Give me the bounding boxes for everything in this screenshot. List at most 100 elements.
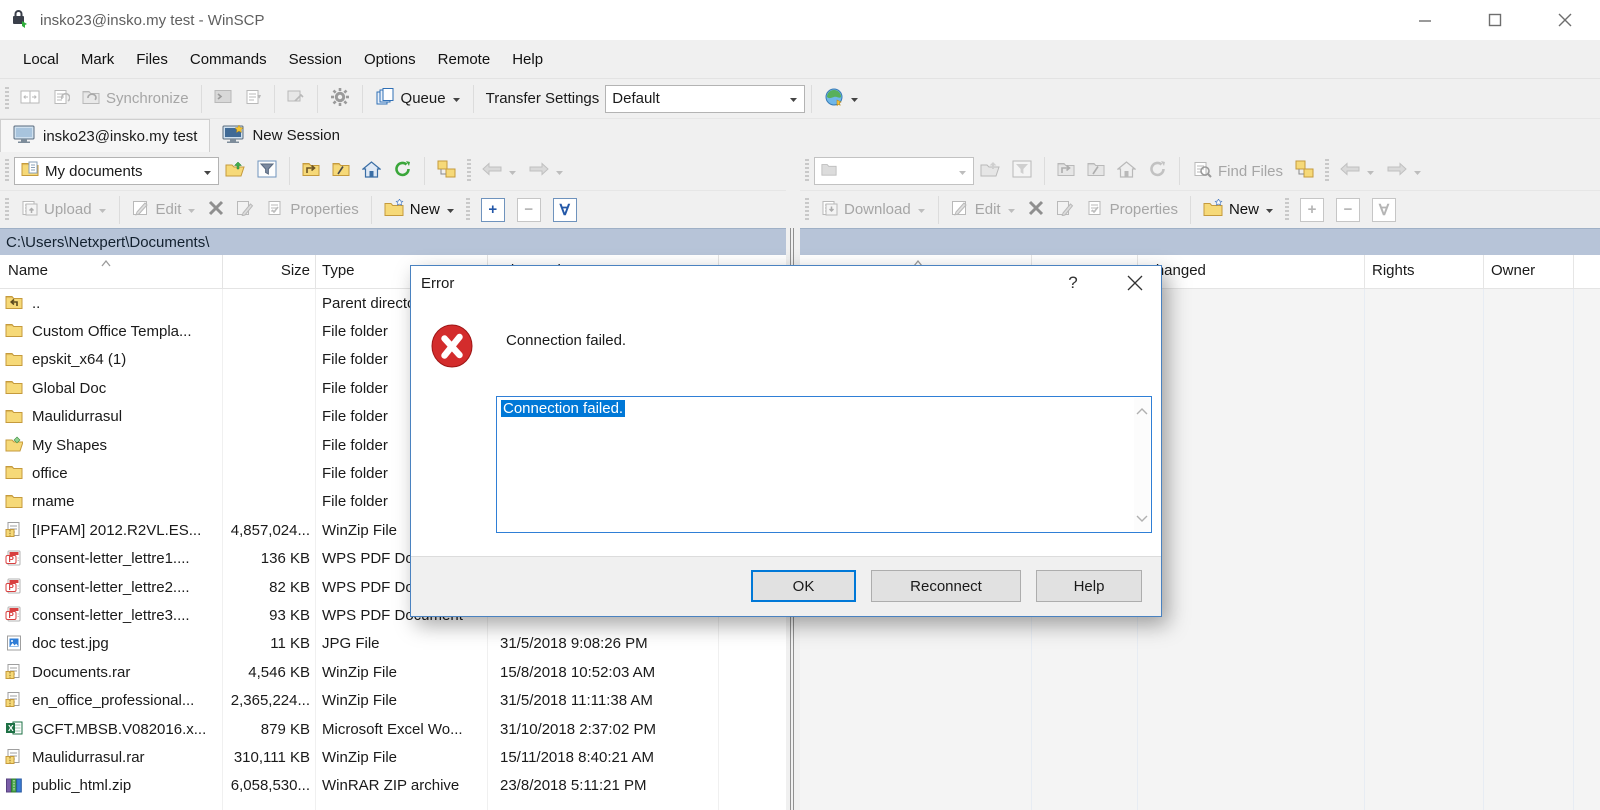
session-icon	[13, 125, 35, 147]
left-drive-combo[interactable]: My documents	[14, 157, 219, 185]
file-name: Custom Office Templa...	[32, 323, 222, 340]
select-add-button[interactable]: +	[475, 194, 511, 226]
tab-new-session[interactable]: New Session	[210, 119, 352, 152]
reconnect-button[interactable]: Reconnect	[871, 570, 1021, 602]
column-header-size[interactable]: Size	[225, 262, 310, 279]
minimize-button[interactable]	[1390, 0, 1460, 40]
table-row[interactable]: Maulidurrasul.rar310,111 KBWinZip File15…	[0, 743, 786, 771]
right-command-bar: Download Edit Properties New + − ∀	[800, 190, 1600, 228]
filter-icon[interactable]	[251, 155, 283, 187]
file-name: Documents.rar	[32, 664, 222, 681]
svg-text:P: P	[9, 555, 15, 564]
home-directory-icon	[1111, 155, 1142, 187]
add-bookmark-icon	[238, 83, 268, 115]
file-size: 2,365,224...	[225, 692, 310, 709]
properties-button: Properties	[1080, 194, 1184, 226]
delete-icon	[202, 194, 230, 226]
file-changed: 15/11/2018 8:40:21 AM	[500, 749, 720, 766]
forward-button	[523, 155, 570, 187]
file-size: 136 KB	[225, 550, 310, 567]
parent-directory-icon[interactable]	[296, 155, 326, 187]
delete-icon	[1022, 194, 1050, 226]
xdel-icon	[208, 200, 224, 220]
menu-item-files[interactable]: Files	[125, 40, 179, 78]
column-header-name[interactable]: Name	[8, 262, 48, 279]
table-row[interactable]: public_html.zip6,058,530...WinRAR ZIP ar…	[0, 772, 786, 800]
menu-item-mark[interactable]: Mark	[70, 40, 125, 78]
forward-button	[1381, 155, 1428, 187]
session-color-button[interactable]	[818, 83, 865, 115]
menu-item-local[interactable]: Local	[12, 40, 70, 78]
file-name: Global Doc	[32, 380, 222, 397]
caretg-icon	[508, 163, 517, 180]
invert-selection-button[interactable]: ∀	[547, 194, 583, 226]
file-icon-excel: X	[5, 720, 23, 738]
menu-item-help[interactable]: Help	[501, 40, 554, 78]
netarrow-icon	[244, 89, 262, 109]
menu-bar: LocalMarkFilesCommandsSessionOptionsRemo…	[0, 40, 1600, 78]
menu-item-remote[interactable]: Remote	[427, 40, 502, 78]
error-dialog: Error ? Connection failed. Connection fa…	[410, 265, 1162, 617]
file-size: 6,058,530...	[225, 777, 310, 794]
right-path-bar[interactable]	[800, 228, 1600, 255]
file-icon-wps: P	[5, 550, 23, 568]
menu-item-commands[interactable]: Commands	[179, 40, 278, 78]
left-path-bar[interactable]: C:\Users\Netxpert\Documents\	[0, 228, 786, 255]
preferences-panels-icon[interactable]	[14, 83, 46, 115]
table-row[interactable]: doc test.jpg11 KBJPG File31/5/2018 9:08:…	[0, 630, 786, 658]
refresh-icon[interactable]	[387, 155, 418, 187]
table-row[interactable]: en_office_professional...2,365,224...Win…	[0, 686, 786, 714]
left-location-toolbar: My documents	[0, 152, 786, 190]
column-header-rights[interactable]: Rights	[1372, 262, 1415, 279]
open-directory-icon[interactable]	[219, 155, 251, 187]
folderup-icon	[302, 161, 320, 181]
caretg-icon	[187, 201, 196, 218]
folderupg-icon	[1057, 161, 1075, 181]
column-header-type[interactable]: Type	[322, 262, 355, 279]
table-row[interactable]: Documents.rar4,546 KBWinZip File15/8/201…	[0, 658, 786, 686]
textbox-scrollbar[interactable]	[1134, 398, 1150, 531]
caretg-icon	[1007, 201, 1016, 218]
file-changed: 31/5/2018 11:11:38 AM	[500, 692, 720, 709]
transfer-settings-combo[interactable]: Default	[605, 85, 805, 113]
new-button[interactable]: New	[378, 194, 461, 226]
home-directory-icon[interactable]	[356, 155, 387, 187]
file-icon-wps: P	[5, 578, 23, 596]
dialog-help-button[interactable]: ?	[1051, 266, 1095, 300]
folderslash-icon	[332, 161, 350, 181]
table-row[interactable]: XGCFT.MBSB.V082016.x...879 KBMicrosoft E…	[0, 715, 786, 743]
file-type: JPG File	[322, 635, 522, 652]
homeg-icon	[1117, 161, 1136, 182]
new-session-label: New Session	[252, 127, 340, 144]
error-dialog-titlebar: Error	[411, 266, 1161, 300]
dialog-close-button[interactable]	[1113, 266, 1157, 300]
file-type: WinZip File	[322, 749, 522, 766]
transfer-settings-label[interactable]: Transfer Settings	[480, 83, 606, 115]
column-header-owner[interactable]: Owner	[1491, 262, 1535, 279]
maximize-button[interactable]	[1460, 0, 1530, 40]
error-detail-textbox[interactable]: Connection failed.	[496, 396, 1152, 533]
file-changed: 31/5/2018 9:08:26 PM	[500, 635, 720, 652]
globe-icon	[824, 87, 844, 111]
root-directory-icon[interactable]	[326, 155, 356, 187]
session-tab-label: insko23@insko.my test	[43, 128, 197, 145]
menu-item-session[interactable]: Session	[278, 40, 353, 78]
queue-button[interactable]: Queue	[369, 83, 467, 115]
filter-icon	[1006, 155, 1038, 187]
tree-view-icon[interactable]	[431, 155, 462, 187]
new-button[interactable]: New	[1197, 194, 1280, 226]
right-drive-combo	[814, 157, 974, 185]
tree-view-icon[interactable]	[1289, 155, 1320, 187]
help-button[interactable]: Help	[1036, 570, 1142, 602]
close-button[interactable]	[1530, 0, 1600, 40]
menu-item-options[interactable]: Options	[353, 40, 427, 78]
tab-session-insko23[interactable]: insko23@insko.my test	[0, 119, 210, 152]
file-icon-shapes	[5, 436, 23, 454]
ok-button[interactable]: OK	[751, 570, 856, 602]
file-type: WinZip File	[322, 664, 522, 681]
folderslashg-icon	[1087, 161, 1105, 181]
editdoc-icon	[132, 200, 150, 220]
documents-icon	[21, 161, 39, 181]
search-icon	[1192, 161, 1212, 182]
preferences-gear-icon[interactable]	[324, 83, 356, 115]
